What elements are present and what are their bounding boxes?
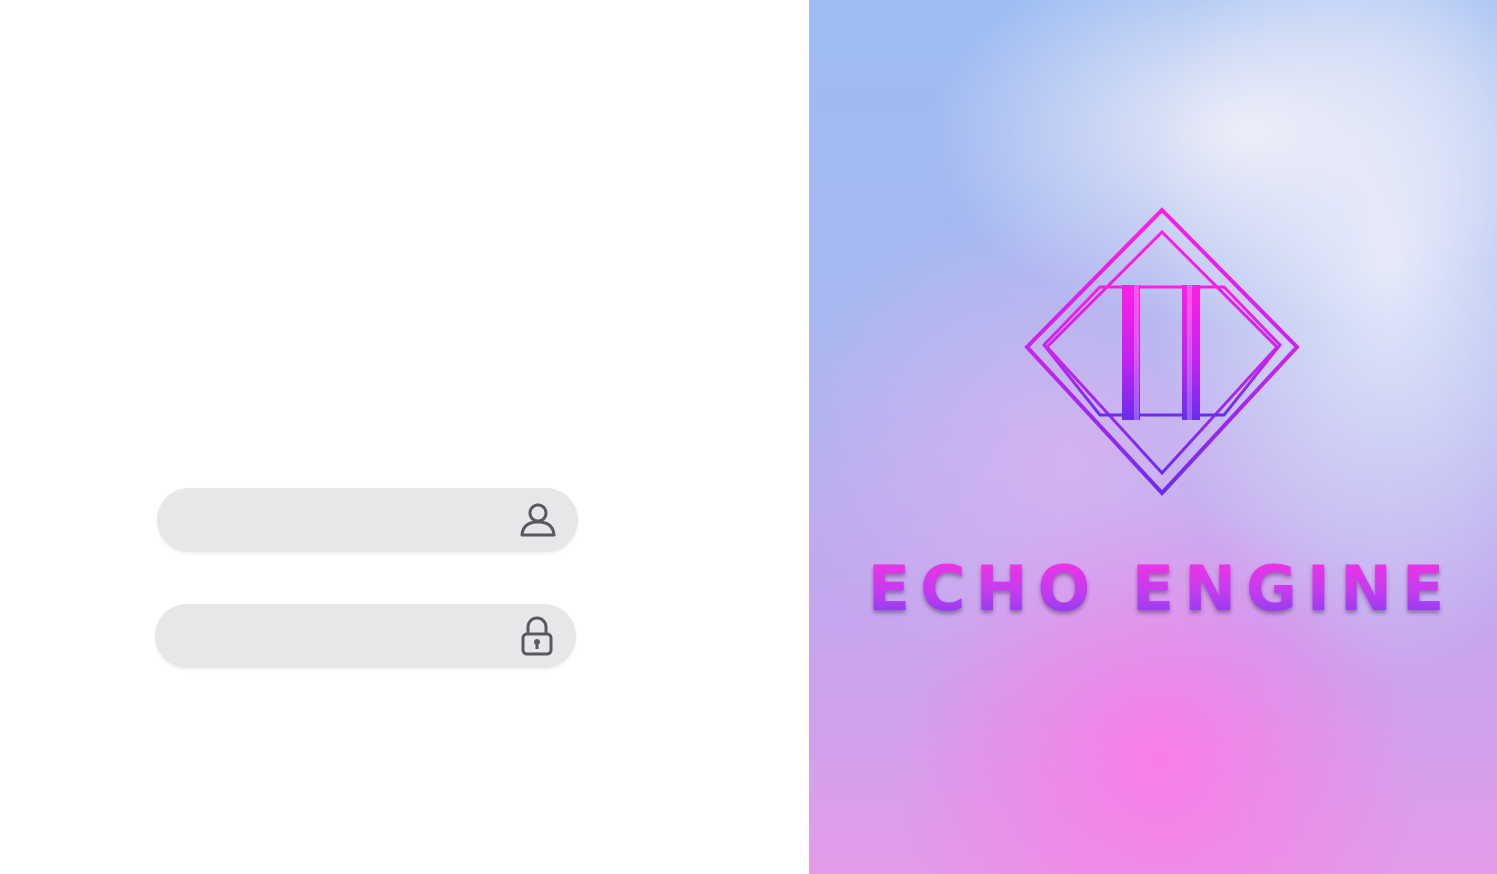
brand-name: ECHO ENGINE [809,552,1497,625]
username-field[interactable] [157,488,578,554]
username-input[interactable] [185,488,509,554]
password-input[interactable] [183,604,507,670]
password-field[interactable] [155,604,576,670]
lock-icon [517,616,557,656]
brand-panel: ECHO ENGINE [809,0,1497,874]
echo-engine-logo [1024,207,1300,496]
user-icon [518,500,558,540]
login-panel [0,0,809,874]
login-screen: ECHO ENGINE [0,0,1497,874]
